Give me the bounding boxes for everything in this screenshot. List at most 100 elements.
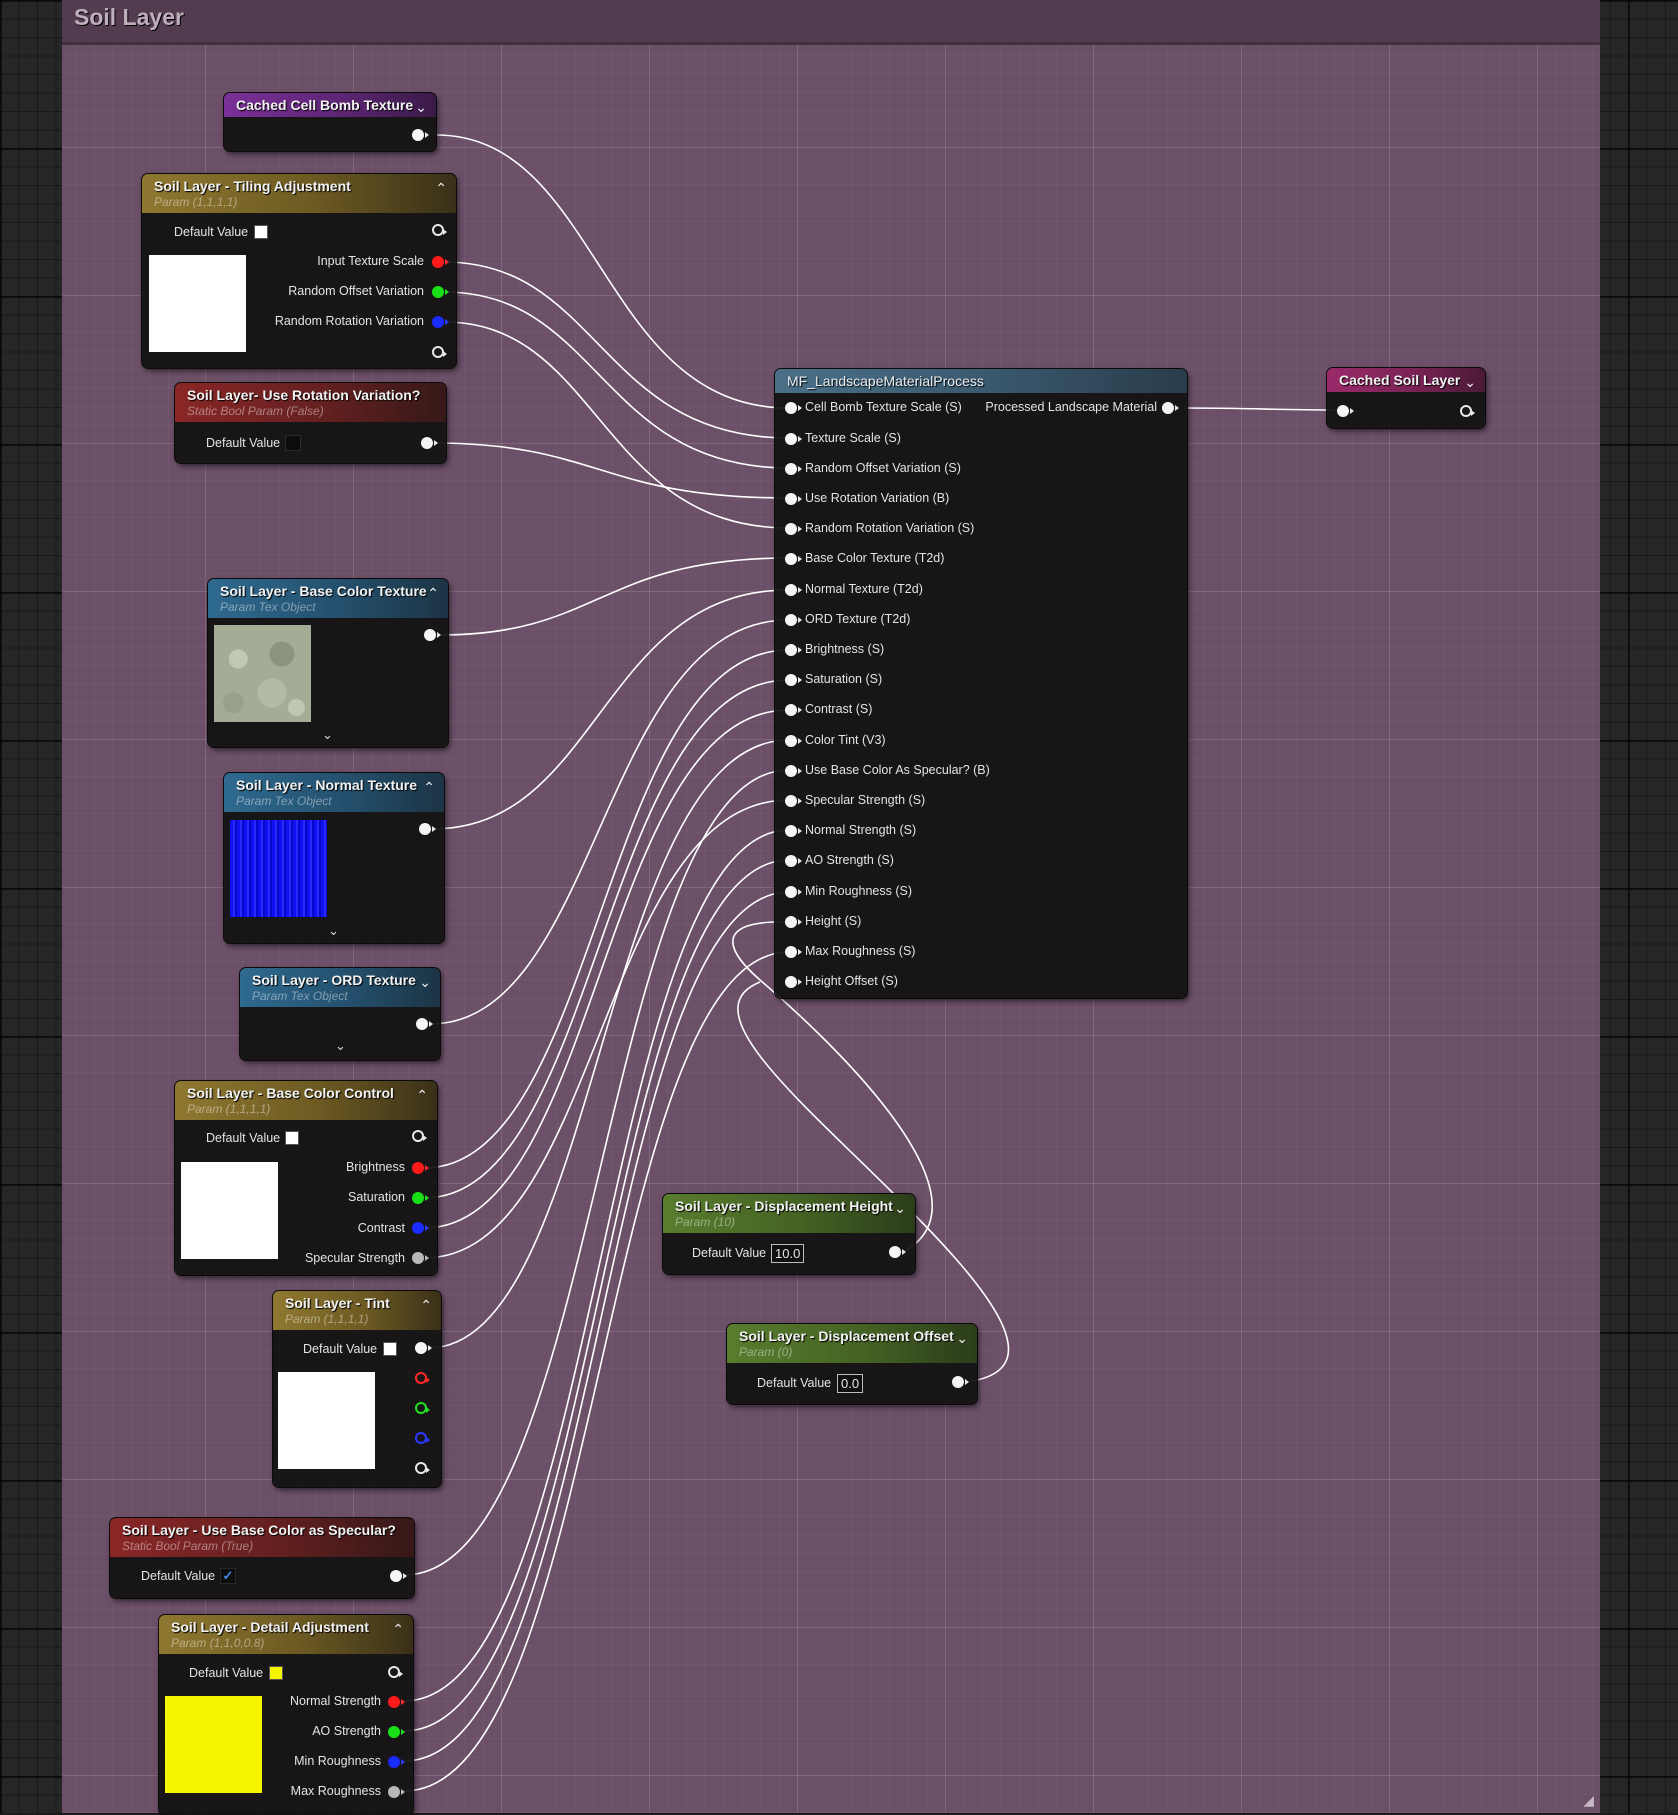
input-pin[interactable] [785,463,802,475]
ord-texture-node[interactable]: Soil Layer - ORD Texture Param Tex Object… [240,968,440,1060]
node-header[interactable]: Soil Layer - Tint Param (1,1,1,1) ⌃ [273,1291,441,1330]
default-color-swatch[interactable] [269,1666,283,1680]
node-header[interactable]: Soil Layer- Use Rotation Variation? Stati… [175,383,446,422]
output-pin-a[interactable] [415,1462,430,1474]
detail-adjustment-node[interactable]: Soil Layer - Detail Adjustment Param (1,1… [159,1615,413,1815]
input-pin[interactable] [785,946,802,958]
chevron-down-icon[interactable]: ⌄ [1464,374,1476,391]
output-pin-b[interactable] [388,1756,405,1768]
output-pin[interactable] [421,437,438,449]
default-color-swatch[interactable] [254,225,268,239]
input-pin[interactable] [785,795,802,807]
output-pin-r[interactable] [432,256,449,268]
input-pin[interactable] [785,976,802,988]
chevron-up-icon[interactable]: ⌃ [416,1087,428,1104]
output-pin[interactable] [390,1570,407,1582]
output-pin-rgba[interactable] [415,1342,432,1354]
input-pin[interactable] [785,644,802,656]
input-pin[interactable] [785,433,802,445]
node-header[interactable]: Soil Layer - Use Base Color as Specular?… [110,1518,414,1557]
default-color-swatch[interactable] [383,1342,397,1356]
output-pin-g[interactable] [415,1402,430,1414]
input-pin[interactable] [785,765,802,777]
output-pin-a[interactable] [388,1786,405,1798]
node-header[interactable]: Soil Layer - Displacement Offset Param (0… [727,1324,977,1363]
chevron-up-icon[interactable]: ⌃ [420,1297,432,1314]
input-pin[interactable] [785,916,802,928]
output-pin-b[interactable] [415,1432,430,1444]
displacement-height-node[interactable]: Soil Layer - Displacement Height Param (1… [663,1194,915,1274]
chevron-down-icon[interactable]: ⌄ [328,923,339,939]
input-pin[interactable] [785,674,802,686]
input-pin[interactable] [785,855,802,867]
landscape-material-process-node[interactable]: MF_LandscapeMaterialProcess Processed La… [775,369,1187,998]
node-header[interactable]: Soil Layer - Tiling Adjustment Param (1,1… [142,174,456,213]
chevron-down-icon[interactable]: ⌄ [956,1330,968,1347]
chevron-up-icon[interactable]: ⌃ [435,180,447,197]
output-pin-b[interactable] [412,1222,429,1234]
output-pin-r[interactable] [415,1372,430,1384]
base-color-texture-node[interactable]: Soil Layer - Base Color Texture Param Tex… [208,579,448,747]
node-header[interactable]: Soil Layer - Normal Texture Param Tex Obj… [224,773,444,812]
output-pin-a[interactable] [432,346,447,358]
node-header[interactable]: Soil Layer - Detail Adjustment Param (1,1… [159,1615,413,1654]
input-pin[interactable] [785,553,802,565]
output-pin-g[interactable] [432,286,449,298]
cached-cell-bomb-texture-node[interactable]: Cached Cell Bomb Texture ⌄ [224,93,436,151]
chevron-up-icon[interactable]: ⌃ [392,1621,404,1638]
input-pin[interactable] [785,402,802,414]
output-pin[interactable] [416,1018,433,1030]
normal-texture-node[interactable]: Soil Layer - Normal Texture Param Tex Obj… [224,773,444,943]
chevron-down-icon[interactable]: ⌄ [335,1038,346,1054]
tint-node[interactable]: Soil Layer - Tint Param (1,1,1,1) ⌃ Defaul… [273,1291,441,1487]
node-header[interactable]: Soil Layer - Base Color Control Param (1,… [175,1081,437,1120]
input-pin[interactable] [785,614,802,626]
displacement-offset-node[interactable]: Soil Layer - Displacement Offset Param (0… [727,1324,977,1404]
output-pin[interactable] [424,629,441,641]
cached-soil-layer-node[interactable]: Cached Soil Layer ⌄ [1327,368,1485,428]
comment-header[interactable]: Soil Layer [62,0,1600,45]
output-pin-rgba[interactable] [388,1666,403,1678]
node-header[interactable]: Cached Soil Layer ⌄ [1327,368,1485,392]
output-pin[interactable] [889,1246,906,1258]
input-pin[interactable] [785,584,802,596]
base-color-control-node[interactable]: Soil Layer - Base Color Control Param (1,… [175,1081,437,1275]
chevron-down-icon[interactable]: ⌄ [419,974,431,991]
default-color-swatch[interactable] [285,1131,299,1145]
use-base-color-as-specular-node[interactable]: Soil Layer - Use Base Color as Specular?… [110,1518,414,1598]
output-pin-rgba[interactable] [432,224,447,236]
default-value-checkbox[interactable] [285,435,301,451]
chevron-down-icon[interactable]: ⌄ [322,727,333,743]
output-pin[interactable] [1460,405,1475,417]
input-pin[interactable] [785,735,802,747]
output-pin[interactable] [419,823,436,835]
input-pin[interactable] [785,493,802,505]
resize-grip-icon[interactable]: ◢ [1583,1792,1594,1809]
output-pin-b[interactable] [432,316,449,328]
output-pin[interactable] [952,1376,969,1388]
input-pin[interactable] [785,704,802,716]
output-pin-g[interactable] [388,1726,405,1738]
input-pin[interactable] [1337,405,1354,417]
node-header[interactable]: Cached Cell Bomb Texture ⌄ [224,93,436,117]
default-value-input[interactable]: 10.0 [771,1244,805,1263]
chevron-down-icon[interactable]: ⌄ [894,1200,906,1217]
output-pin[interactable] [412,129,429,141]
default-value-input[interactable]: 0.0 [837,1374,864,1393]
output-pin-r[interactable] [412,1162,429,1174]
default-value-checkbox[interactable]: ✓ [220,1568,236,1584]
input-pin[interactable] [785,523,802,535]
use-rotation-variation-node[interactable]: Soil Layer- Use Rotation Variation? Stati… [175,383,446,463]
output-pin-r[interactable] [388,1696,405,1708]
chevron-up-icon[interactable]: ⌃ [423,779,435,796]
node-header[interactable]: Soil Layer - Base Color Texture Param Tex… [208,579,448,618]
input-pin[interactable] [785,825,802,837]
output-pin-a[interactable] [412,1252,429,1264]
node-header[interactable]: Soil Layer - Displacement Height Param (1… [663,1194,915,1233]
node-header[interactable]: Soil Layer - ORD Texture Param Tex Object… [240,968,440,1007]
chevron-up-icon[interactable]: ⌃ [427,585,439,602]
chevron-down-icon[interactable]: ⌄ [415,99,427,116]
output-pin-g[interactable] [412,1192,429,1204]
input-pin[interactable] [785,886,802,898]
tiling-adjustment-node[interactable]: Soil Layer - Tiling Adjustment Param (1,1… [142,174,456,368]
